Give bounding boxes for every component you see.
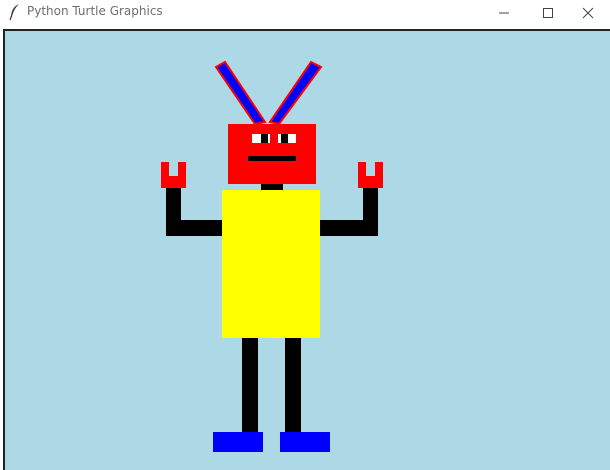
right-hand [358, 162, 383, 188]
robot-drawing [161, 60, 383, 452]
left-forearm [166, 188, 181, 236]
right-pupil [281, 134, 288, 143]
minimize-button[interactable] [482, 0, 526, 25]
robot-body [222, 190, 320, 338]
left-leg [242, 338, 258, 434]
left-antenna [214, 60, 267, 126]
close-icon [582, 7, 594, 18]
title-bar[interactable]: Python Turtle Graphics [0, 0, 610, 25]
right-leg [285, 338, 301, 434]
right-antenna [268, 60, 323, 126]
maximize-icon [543, 7, 553, 18]
window-title: Python Turtle Graphics [27, 4, 163, 18]
turtle-canvas[interactable] [5, 31, 610, 470]
left-hand [161, 162, 186, 188]
left-foot [213, 432, 263, 452]
minimize-icon [499, 12, 509, 13]
left-pupil [261, 134, 268, 143]
right-forearm [363, 188, 378, 236]
maximize-button[interactable] [526, 0, 570, 25]
close-button[interactable] [566, 0, 610, 25]
robot-mouth [248, 156, 296, 161]
feather-icon [8, 3, 22, 21]
robot-head [228, 124, 316, 184]
right-foot [280, 432, 330, 452]
